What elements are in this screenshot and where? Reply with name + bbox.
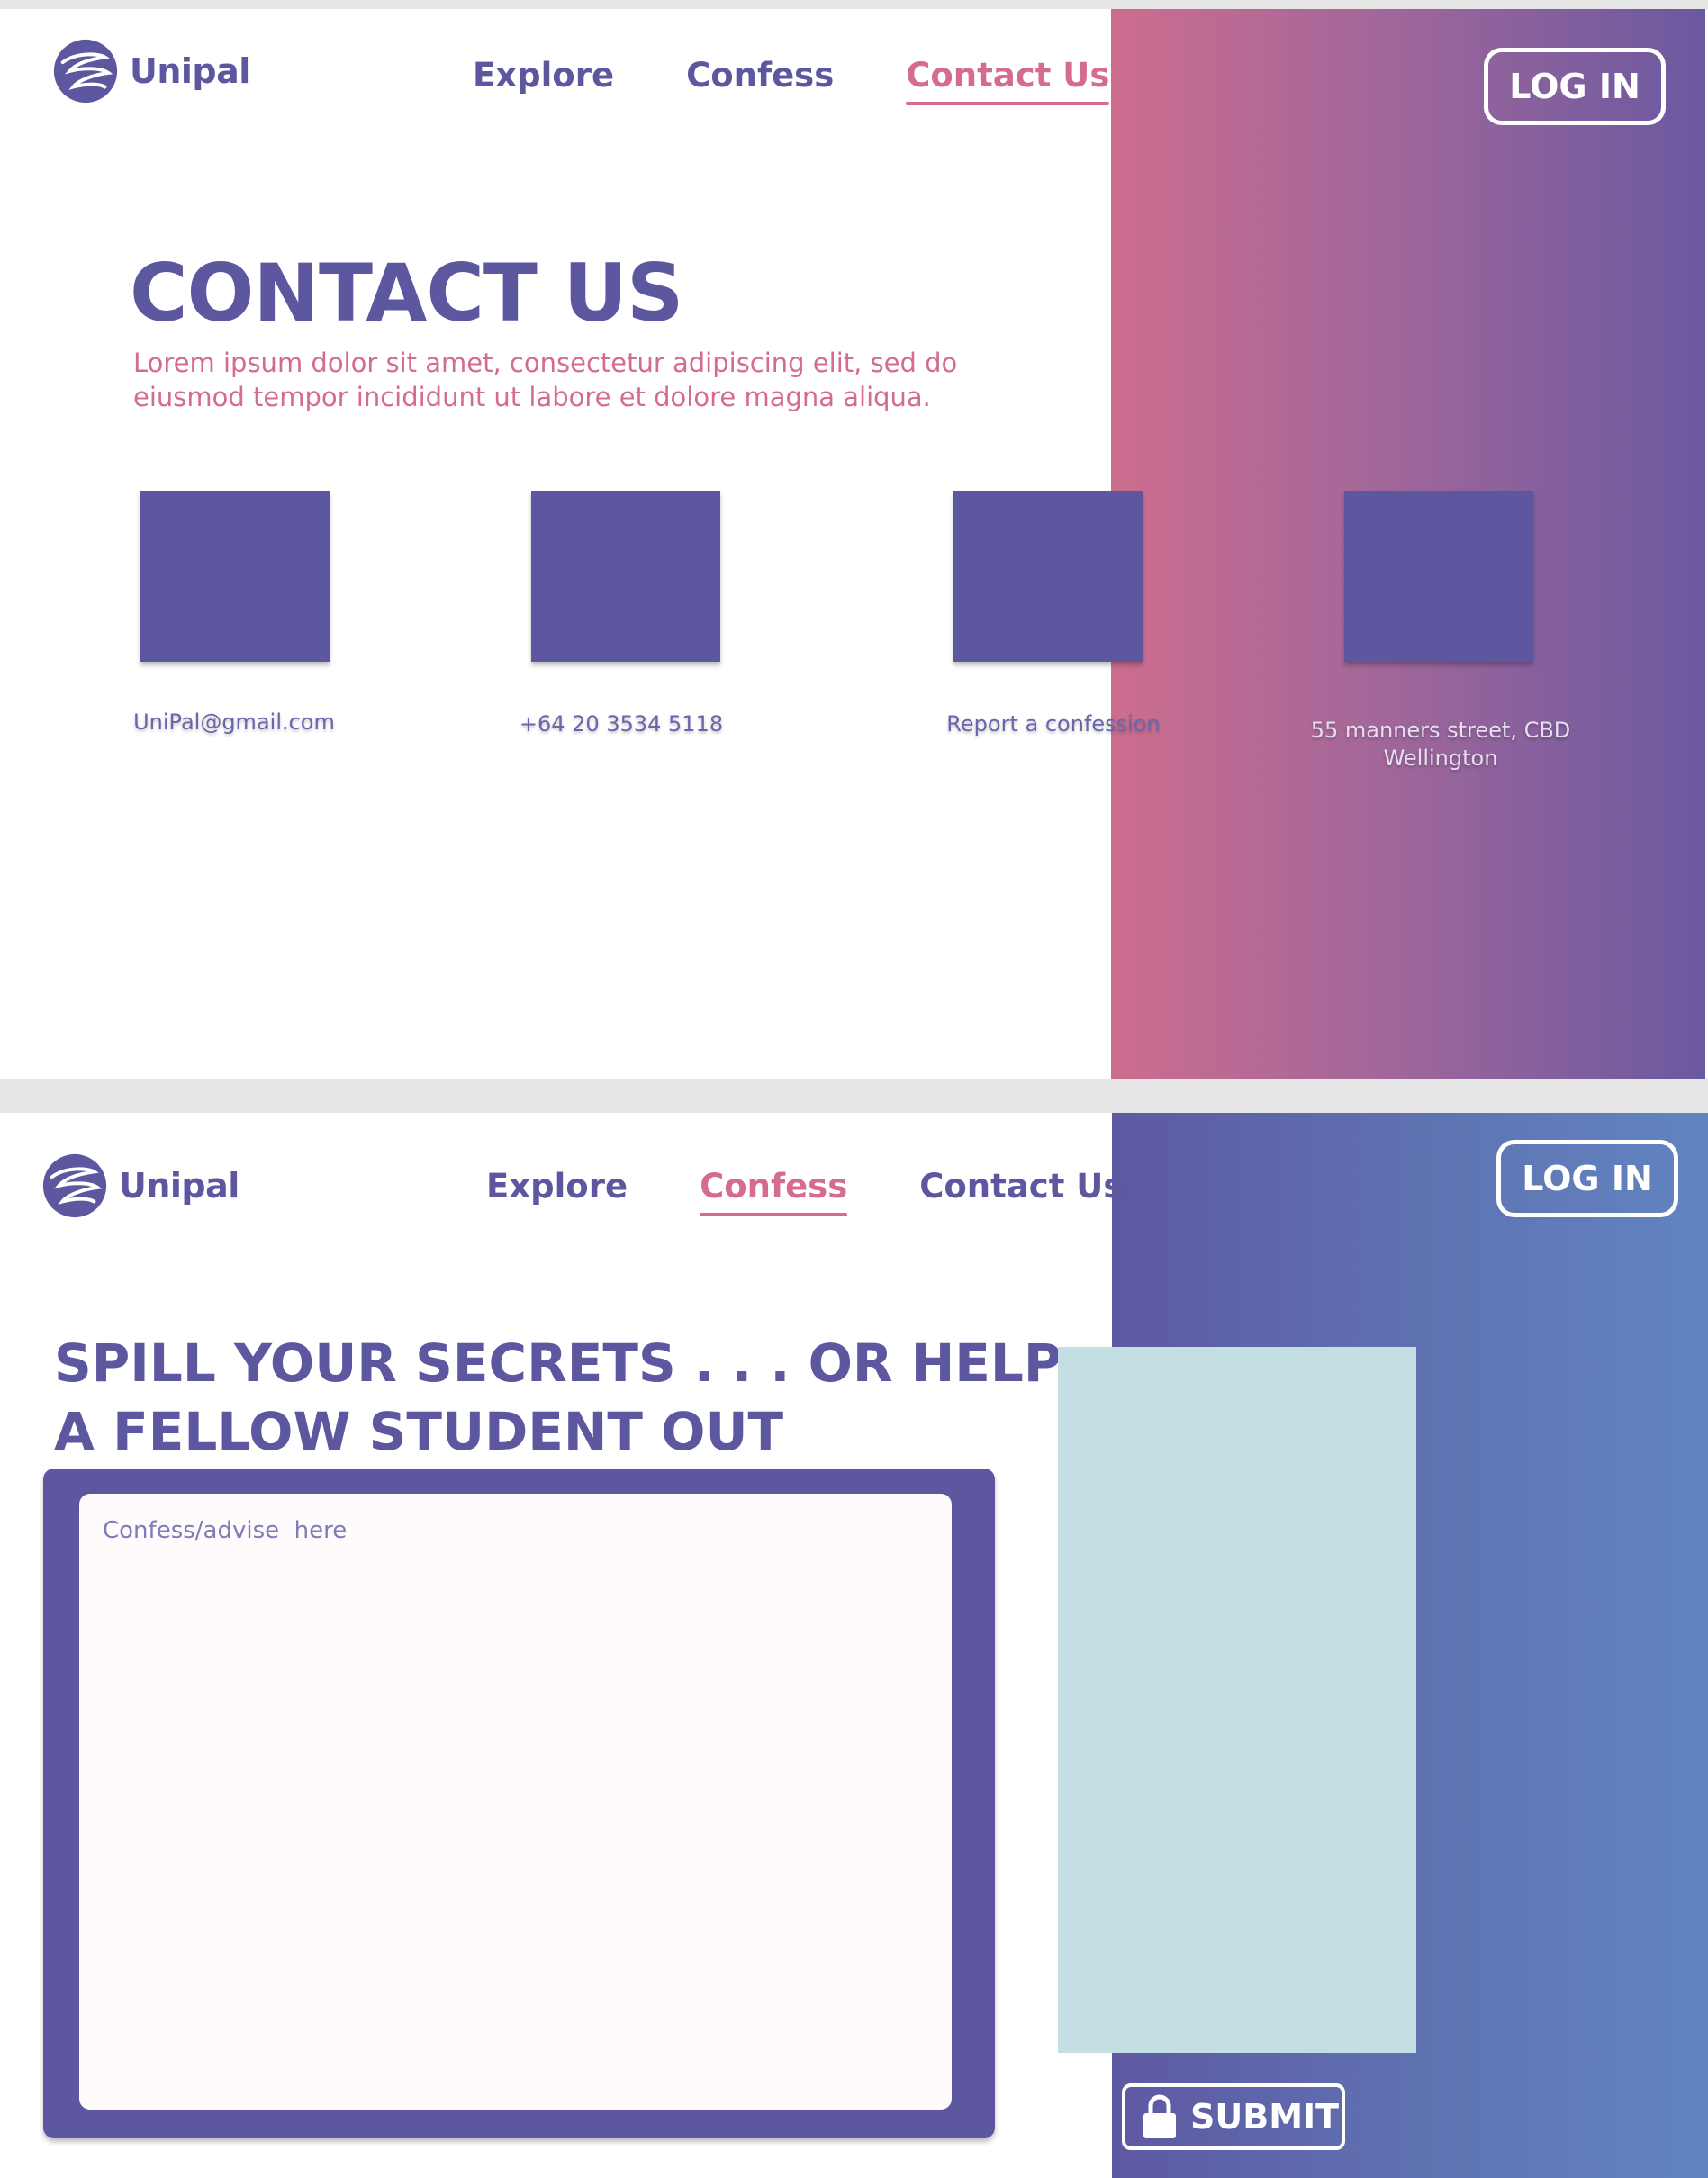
login-button[interactable]: LOG IN bbox=[1484, 48, 1666, 125]
main-nav: Explore Confess Contact Us bbox=[473, 56, 1110, 105]
lead-text-line-1: Lorem ipsum dolor sit amet, consectetur … bbox=[133, 348, 958, 378]
nav-confess[interactable]: Confess bbox=[686, 56, 834, 95]
page-heading-line-2: A FELLOW STUDENT OUT bbox=[54, 1401, 784, 1462]
brand-logo[interactable]: Unipal bbox=[50, 36, 250, 106]
submit-button[interactable]: SUBMIT bbox=[1122, 2083, 1345, 2150]
phone-tile[interactable] bbox=[531, 491, 720, 662]
lead-text: Lorem ipsum dolor sit amet, consectetur … bbox=[133, 346, 957, 414]
submit-label: SUBMIT bbox=[1190, 2097, 1340, 2137]
page-heading: SPILL YOUR SECRETS . . . OR HELP A FELLO… bbox=[54, 1329, 1062, 1466]
main-nav: Explore Confess Contact Us bbox=[486, 1167, 1123, 1216]
nav-explore[interactable]: Explore bbox=[486, 1167, 628, 1206]
nav-contact-us[interactable]: Contact Us bbox=[919, 1167, 1123, 1206]
nav-contact-us[interactable]: Contact Us bbox=[906, 56, 1110, 105]
address-text: 55 manners street, CBD Wellington bbox=[1279, 717, 1603, 773]
email-tile[interactable] bbox=[140, 491, 330, 662]
report-tile[interactable] bbox=[953, 491, 1143, 662]
email-link[interactable]: UniPal@gmail.com bbox=[90, 709, 378, 735]
page-title: CONTACT US bbox=[130, 247, 683, 339]
login-button[interactable]: LOG IN bbox=[1496, 1140, 1678, 1217]
nav-confess[interactable]: Confess bbox=[700, 1167, 848, 1216]
brand-logo[interactable]: Unipal bbox=[40, 1151, 239, 1221]
confess-page: Unipal Explore Confess Contact Us LOG IN… bbox=[0, 1113, 1708, 2178]
lead-text-line-2: eiusmod tempor incididunt ut labore et d… bbox=[133, 382, 931, 412]
confession-form-frame bbox=[43, 1469, 995, 2138]
globe-logo-icon bbox=[53, 39, 118, 104]
side-panel bbox=[1058, 1347, 1416, 2053]
contact-page: Unipal Explore Confess Contact Us LOG IN… bbox=[0, 9, 1708, 1079]
nav-explore[interactable]: Explore bbox=[473, 56, 614, 95]
report-link[interactable]: Report a confession bbox=[900, 711, 1206, 737]
address-tile[interactable] bbox=[1344, 491, 1533, 662]
globe-logo-icon bbox=[42, 1153, 107, 1218]
phone-link[interactable]: +64 20 3534 5118 bbox=[477, 711, 765, 737]
lock-icon bbox=[1143, 2094, 1176, 2138]
confession-textarea[interactable] bbox=[79, 1494, 952, 2110]
brand-name: Unipal bbox=[130, 51, 250, 91]
address-line-2: Wellington bbox=[1383, 746, 1498, 771]
brand-name: Unipal bbox=[119, 1166, 239, 1206]
page-heading-line-1: SPILL YOUR SECRETS . . . OR HELP bbox=[54, 1333, 1062, 1394]
address-line-1: 55 manners street, CBD bbox=[1310, 718, 1571, 743]
